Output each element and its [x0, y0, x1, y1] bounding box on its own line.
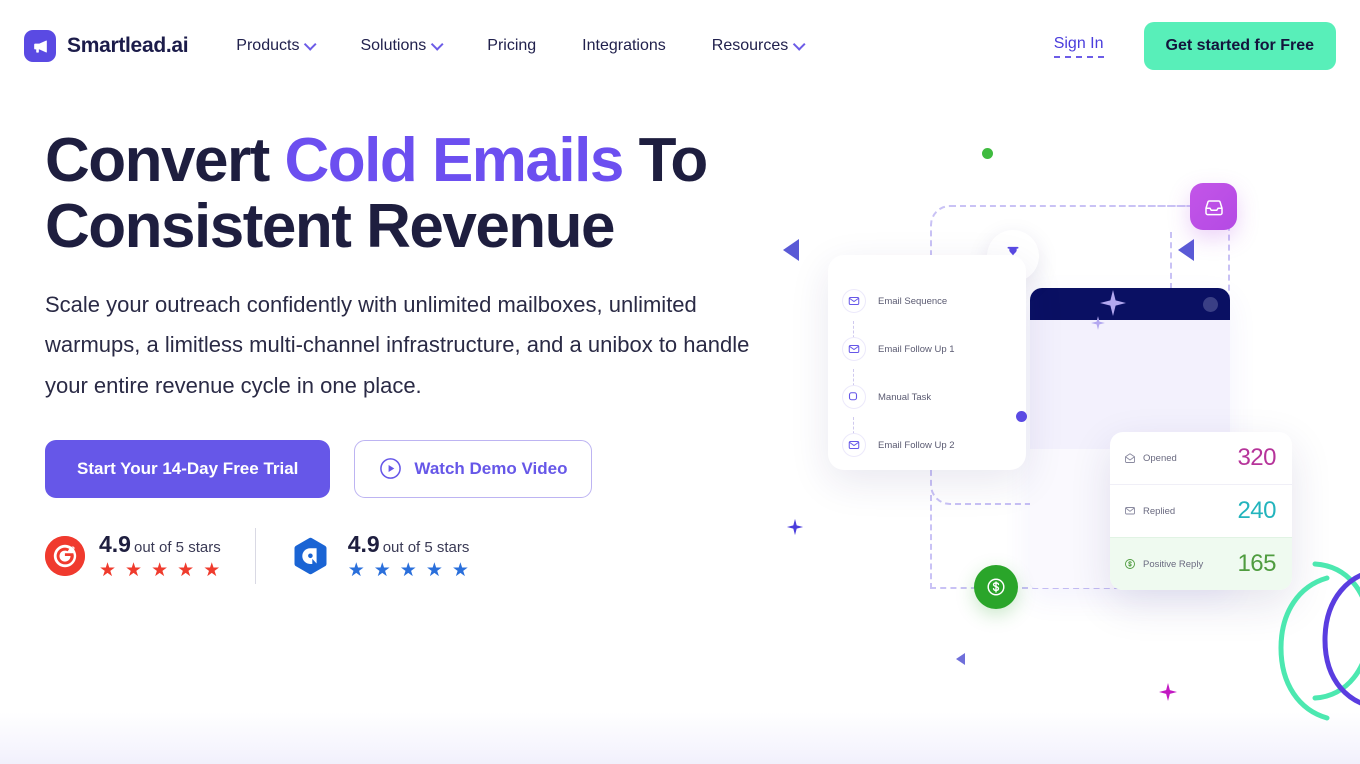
triangle-left-marker-2 [1178, 239, 1194, 261]
star-icon: ★ [373, 560, 391, 582]
stat-label-group: Replied [1124, 505, 1175, 517]
email-sequence-card: Email Sequence Email Follow Up 1 Manual … [828, 255, 1027, 470]
nav-item-label: Solutions [360, 37, 427, 54]
stat-row-opened: Opened 320 [1110, 432, 1292, 484]
headline-accent: Cold Emails [284, 126, 624, 195]
chevron-down-icon [793, 37, 806, 51]
stat-label: Positive Reply [1143, 558, 1204, 570]
sign-in-link[interactable]: Sign In [1053, 35, 1104, 58]
rating-capterra[interactable]: 4.9 out of 5 stars ★ ★ ★ ★ ★ [290, 531, 470, 580]
dollar-circle-badge [974, 565, 1018, 609]
star-icon: ★ [125, 560, 143, 582]
sequence-step[interactable]: Email Follow Up 2 [828, 421, 1026, 469]
start-free-trial-button[interactable]: Start Your 14-Day Free Trial [45, 439, 331, 498]
megaphone-icon [24, 30, 56, 62]
rating-g2[interactable]: 2 4.9 out of 5 stars ★ ★ ★ ★ ★ [45, 531, 221, 580]
brand-logo[interactable]: Smartlead.ai [24, 30, 189, 62]
nav-item-label: Products [236, 37, 300, 54]
chevron-down-icon [431, 37, 444, 51]
stat-row-replied: Replied 240 [1110, 484, 1292, 537]
stat-value: 320 [1237, 444, 1276, 471]
g2-score-line: 4.9 out of 5 stars [99, 531, 221, 558]
play-circle-icon [379, 457, 402, 480]
sparkle-icon-small [1090, 315, 1106, 331]
mail-open-icon [1124, 452, 1136, 464]
capterra-score-suffix: out of 5 stars [382, 539, 470, 557]
hero-illustration: Email Sequence Email Follow Up 1 Manual … [760, 100, 1360, 740]
capterra-logo-icon [290, 534, 334, 578]
inbox-tray-icon [1190, 183, 1237, 230]
dollar-circle-icon [1124, 558, 1136, 570]
envelope-icon [842, 433, 866, 457]
hero-page: Smartlead.ai Products Solutions Pricing … [0, 0, 1360, 764]
nav-item-solutions[interactable]: Solutions [360, 37, 444, 55]
capterra-rating-text: 4.9 out of 5 stars ★ ★ ★ ★ ★ [348, 531, 470, 580]
star-icon: ★ [177, 560, 195, 582]
nav-item-pricing[interactable]: Pricing [487, 37, 536, 55]
sequence-step-label: Email Sequence [878, 295, 948, 307]
nav-item-resources[interactable]: Resources [711, 37, 806, 55]
star-icon: ★ [151, 560, 169, 582]
page-title: Convert Cold Emails To Consistent Revenu… [45, 128, 805, 259]
panel-avatar-icon [1203, 297, 1218, 312]
ratings-row: 2 4.9 out of 5 stars ★ ★ ★ ★ ★ 4.9 out o… [45, 527, 805, 584]
capterra-score-line: 4.9 out of 5 stars [348, 531, 470, 558]
capterra-stars: ★ ★ ★ ★ ★ [348, 561, 470, 580]
star-icon: ★ [347, 560, 365, 582]
nav-item-label: Pricing [487, 37, 537, 54]
sequence-step-label: Manual Task [878, 391, 932, 403]
g2-score-suffix: out of 5 stars [133, 539, 221, 557]
ratings-divider [254, 527, 256, 584]
nav-actions: Sign In Get started for Free [1053, 22, 1336, 70]
sequence-step-label: Email Follow Up 2 [878, 439, 955, 451]
stat-label-group: Opened [1124, 452, 1177, 464]
sequence-step[interactable]: Email Follow Up 1 [828, 325, 1026, 391]
capterra-score: 4.9 [347, 531, 380, 558]
watch-demo-video-button[interactable]: Watch Demo Video [354, 439, 593, 498]
stat-label: Replied [1143, 505, 1176, 517]
nav-item-label: Integrations [582, 37, 666, 54]
brand-name: Smartlead.ai [67, 34, 189, 57]
nav-item-products[interactable]: Products [236, 37, 318, 55]
g2-logo-icon: 2 [45, 535, 85, 576]
stat-label-group: Positive Reply [1124, 558, 1203, 570]
triangle-left-marker-3 [956, 653, 965, 665]
envelope-icon [842, 289, 866, 313]
sparkle-icon-magenta [1158, 682, 1178, 702]
decorative-swoosh [1215, 560, 1360, 740]
star-icon: ★ [203, 560, 221, 582]
dashboard-panel-header [1030, 288, 1230, 320]
star-icon: ★ [399, 560, 417, 582]
sequence-step[interactable]: Email Sequence [828, 277, 1026, 343]
green-dot-decoration [982, 148, 993, 159]
g2-rating-text: 4.9 out of 5 stars ★ ★ ★ ★ ★ [99, 531, 221, 580]
hero-content: Convert Cold Emails To Consistent Revenu… [45, 128, 805, 584]
star-icon: ★ [99, 560, 117, 582]
hero-subheading: Scale your outreach confidently with unl… [45, 292, 750, 398]
chevron-down-icon [304, 37, 318, 51]
g2-score: 4.9 [99, 531, 131, 558]
svg-text:2: 2 [71, 545, 76, 554]
sequence-step[interactable]: Manual Task [828, 373, 1027, 439]
sparkle-icon-large [1098, 288, 1128, 318]
dashed-connector-left [930, 495, 932, 589]
watch-demo-label: Watch Demo Video [414, 458, 568, 478]
mail-reply-icon [1124, 505, 1136, 517]
nav-links: Products Solutions Pricing Integrations … [236, 37, 806, 55]
headline-part-1: Convert [45, 126, 285, 195]
nav-item-label: Resources [711, 37, 789, 54]
star-icon: ★ [425, 560, 443, 582]
main-navigation: Smartlead.ai Products Solutions Pricing … [0, 0, 1360, 92]
star-icon: ★ [451, 560, 469, 582]
nav-item-integrations[interactable]: Integrations [582, 37, 666, 55]
hero-buttons: Start Your 14-Day Free Trial Watch Demo … [45, 439, 805, 498]
manual-task-icon [842, 385, 1027, 422]
stat-label: Opened [1143, 452, 1177, 464]
sequence-step-label: Email Follow Up 1 [878, 343, 955, 355]
stat-value: 240 [1237, 497, 1276, 524]
get-started-button[interactable]: Get started for Free [1143, 22, 1336, 70]
g2-stars: ★ ★ ★ ★ ★ [99, 561, 221, 580]
envelope-icon [842, 337, 866, 361]
